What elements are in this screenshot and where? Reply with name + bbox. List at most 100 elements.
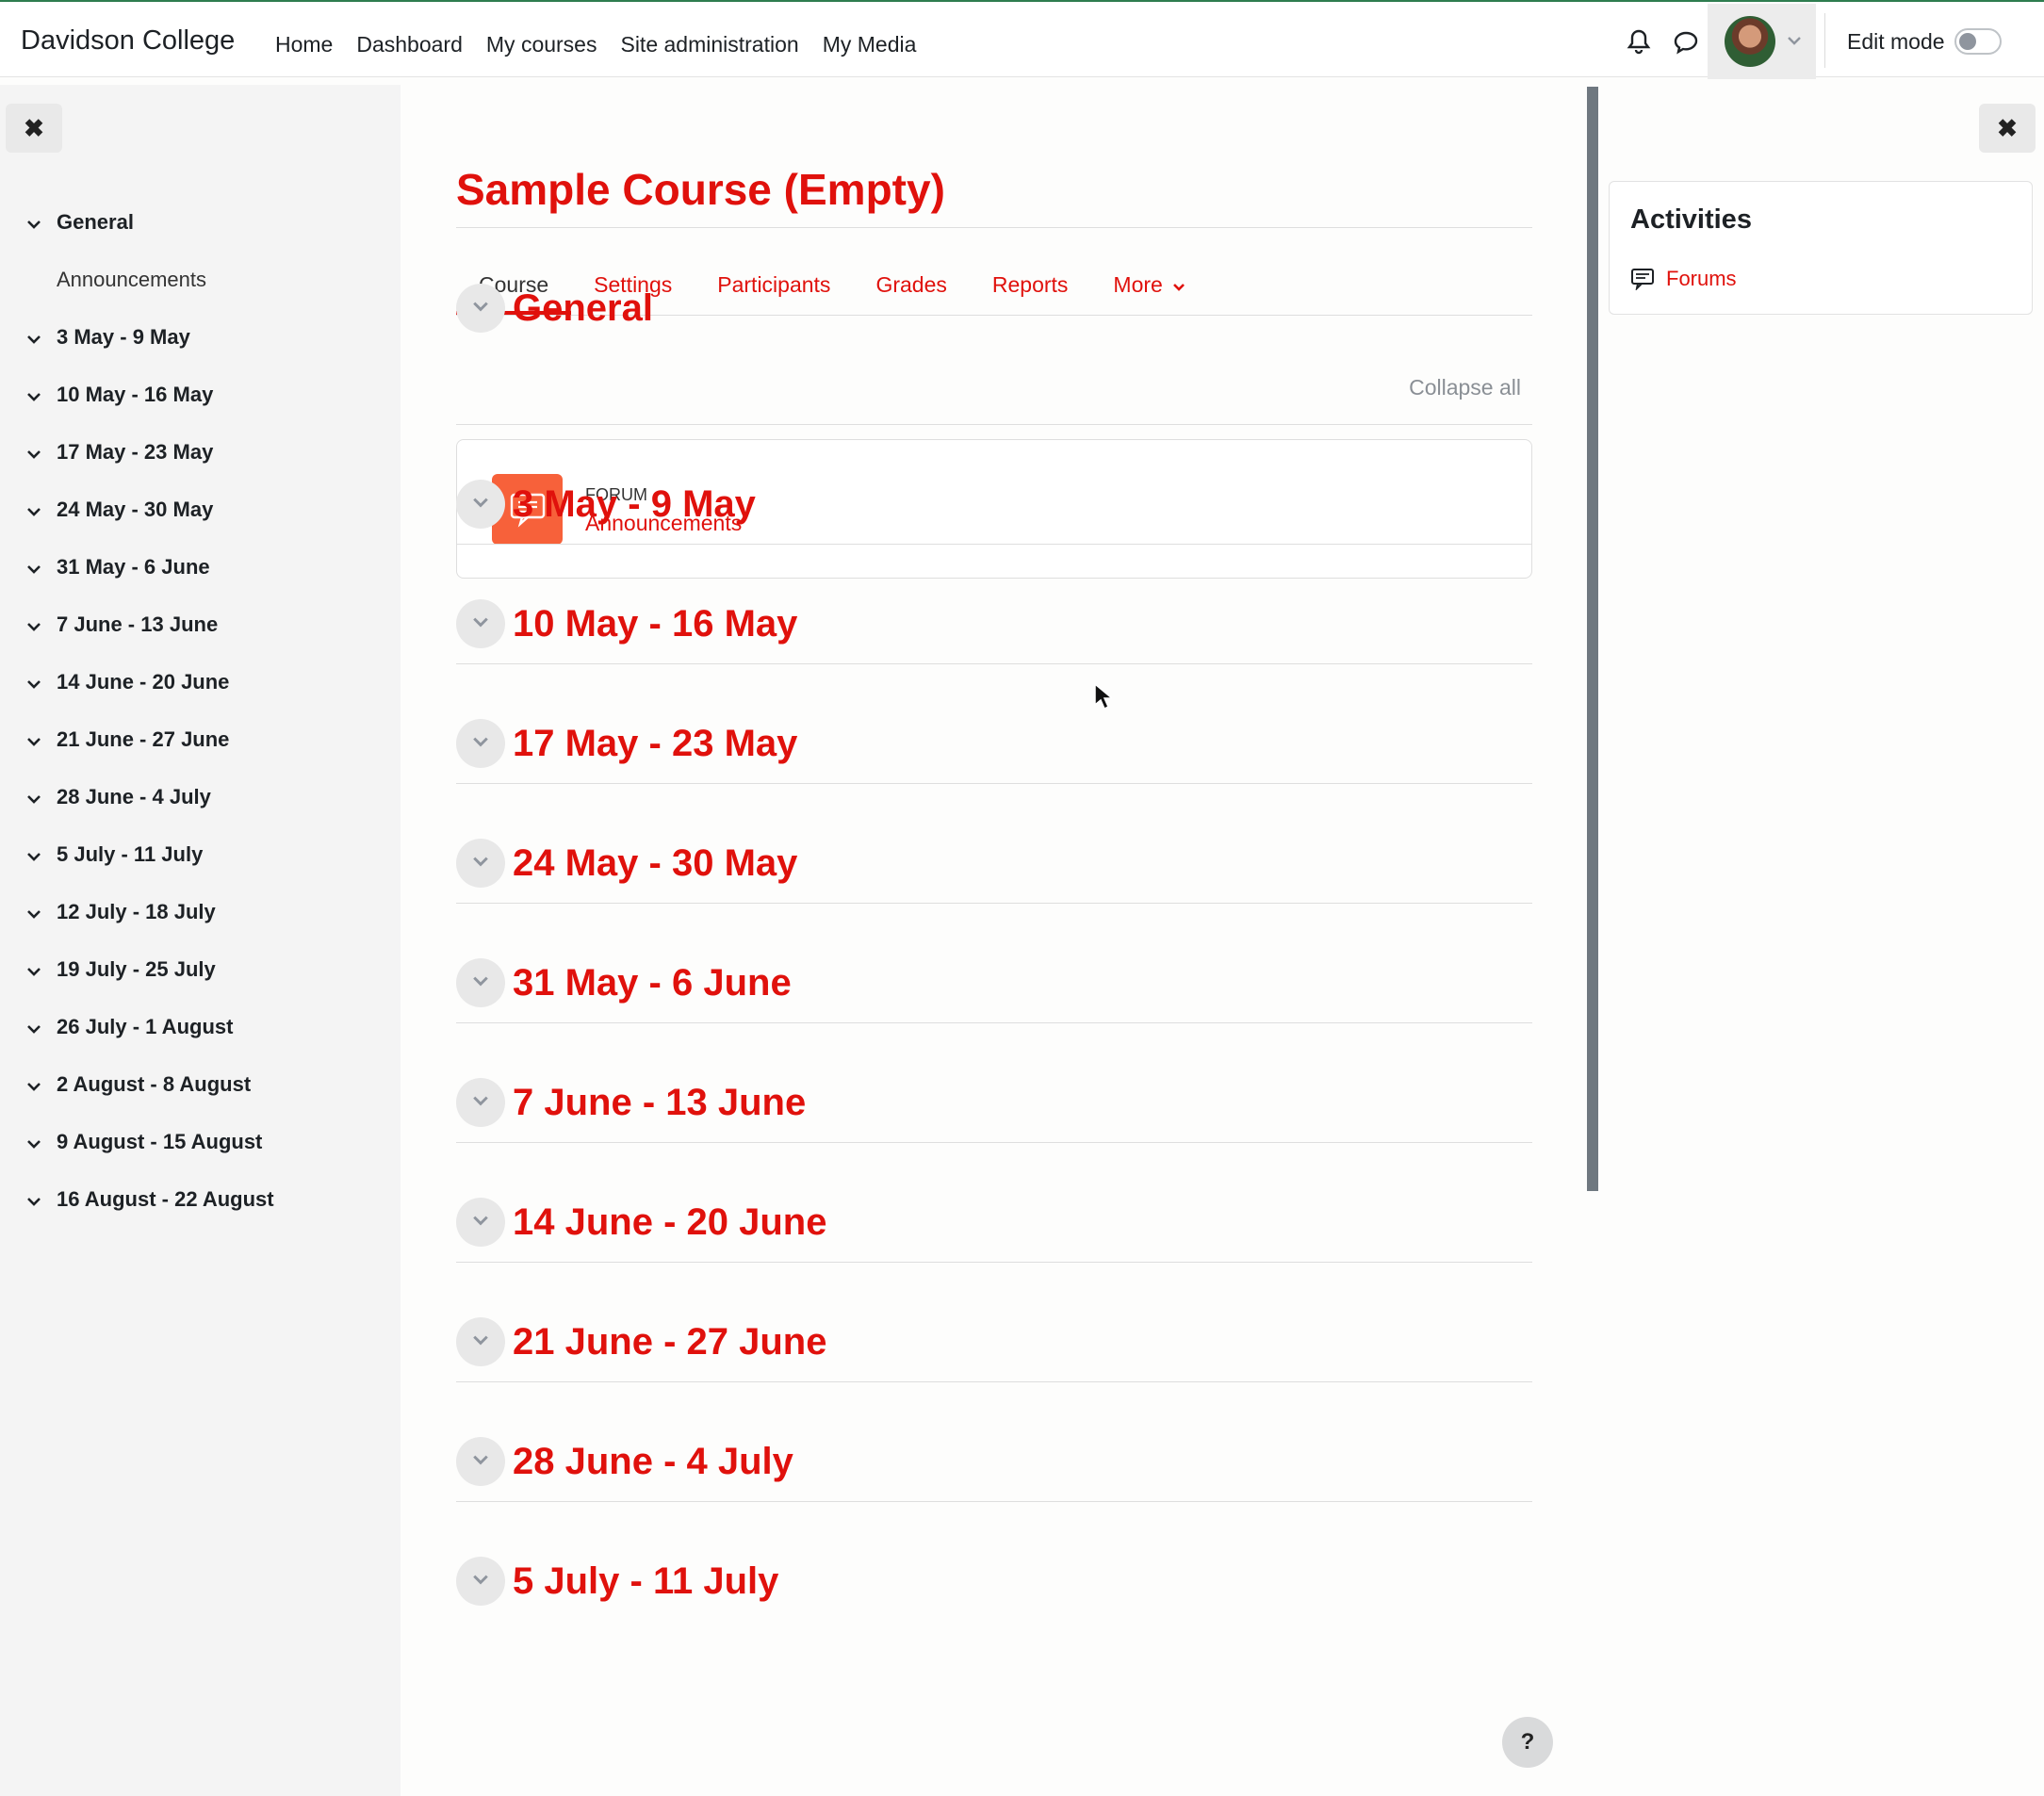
section-title[interactable]: 14 June - 20 June: [513, 1201, 826, 1244]
section-title[interactable]: 3 May - 9 May: [513, 483, 756, 526]
chevron-down-icon[interactable]: [26, 670, 57, 694]
forums-label: Forums: [1666, 267, 1737, 290]
section-collapse-toggle[interactable]: [456, 1557, 505, 1606]
bell-icon[interactable]: [1627, 28, 1651, 59]
course-section-header: 5 July - 11 July: [456, 1553, 778, 1609]
course-index-section[interactable]: 2 August - 8 August: [26, 1055, 274, 1113]
section-title[interactable]: 5 July - 11 July: [513, 1560, 778, 1603]
close-block-drawer-button[interactable]: ✖: [1979, 104, 2036, 153]
course-index-section[interactable]: 24 May - 30 May: [26, 481, 274, 538]
nav-home[interactable]: Home: [275, 32, 333, 57]
section-collapse-toggle[interactable]: [456, 1078, 505, 1127]
nav-dashboard[interactable]: Dashboard: [356, 32, 463, 57]
chevron-down-icon[interactable]: [26, 842, 57, 867]
section-collapse-toggle[interactable]: [456, 1317, 505, 1366]
chevron-down-icon[interactable]: [26, 1130, 57, 1154]
course-section-header: 10 May - 16 May: [456, 596, 797, 652]
section-title[interactable]: 28 June - 4 July: [513, 1441, 793, 1483]
section-collapse-toggle[interactable]: [456, 284, 505, 333]
course-index-section-label: 31 May - 6 June: [57, 554, 210, 579]
course-section-header: 17 May - 23 May: [456, 715, 797, 772]
messages-icon[interactable]: [1673, 30, 1699, 59]
section-collapse-toggle[interactable]: [456, 719, 505, 768]
help-button[interactable]: ?: [1502, 1717, 1553, 1768]
chevron-down-icon[interactable]: [26, 440, 57, 465]
course-index-section[interactable]: 16 August - 22 August: [26, 1170, 274, 1228]
section-collapse-toggle[interactable]: [456, 1437, 505, 1486]
course-index-section[interactable]: 19 July - 25 July: [26, 940, 274, 998]
course-index-section[interactable]: 17 May - 23 May: [26, 423, 274, 481]
activities-block: Activities Forums: [1609, 181, 2033, 315]
site-brand[interactable]: Davidson College: [21, 25, 235, 57]
section-collapse-toggle[interactable]: [456, 839, 505, 888]
chevron-down-icon[interactable]: [26, 1187, 57, 1212]
section-title[interactable]: 21 June - 27 June: [513, 1321, 826, 1363]
course-index-section[interactable]: 12 July - 18 July: [26, 883, 274, 940]
tab-more[interactable]: More: [1090, 254, 1208, 315]
section-title[interactable]: 31 May - 6 June: [513, 962, 792, 1004]
section-title[interactable]: 10 May - 16 May: [513, 603, 797, 645]
course-index-section[interactable]: 7 June - 13 June: [26, 596, 274, 653]
chevron-down-icon[interactable]: [26, 210, 57, 235]
course-index-activity[interactable]: Announcements: [26, 251, 274, 308]
course-index-section[interactable]: 26 July - 1 August: [26, 998, 274, 1055]
chevron-down-icon[interactable]: [26, 325, 57, 350]
collapse-all-link[interactable]: Collapse all: [1409, 375, 1521, 400]
chevron-down-icon: [472, 615, 489, 632]
course-index-section-label: General: [57, 209, 134, 234]
course-index-section-label: 24 May - 30 May: [57, 497, 214, 521]
section-divider: [456, 903, 1532, 904]
block-drawer: [1602, 85, 2044, 1796]
course-index-section-label: 21 June - 27 June: [57, 727, 230, 751]
section-divider: [456, 1381, 1532, 1382]
section-title[interactable]: 7 June - 13 June: [513, 1082, 806, 1124]
nav-site-administration[interactable]: Site administration: [620, 32, 798, 57]
chevron-down-icon[interactable]: [26, 383, 57, 407]
chevron-down-icon: [472, 300, 489, 317]
course-index-section-label: 26 July - 1 August: [57, 1014, 234, 1038]
section-collapse-toggle[interactable]: [456, 1198, 505, 1247]
section-collapse-toggle[interactable]: [456, 958, 505, 1007]
user-menu[interactable]: [1708, 4, 1816, 79]
course-index-section[interactable]: 28 June - 4 July: [26, 768, 274, 825]
section-title[interactable]: 17 May - 23 May: [513, 723, 797, 765]
nav-my-media[interactable]: My Media: [823, 32, 917, 57]
scrollbar[interactable]: [1587, 87, 1598, 1191]
course-index-section[interactable]: 21 June - 27 June: [26, 710, 274, 768]
edit-mode-toggle[interactable]: [1954, 28, 2002, 55]
course-index-section[interactable]: General: [26, 193, 274, 251]
course-index-section[interactable]: 5 July - 11 July: [26, 825, 274, 883]
course-index-section[interactable]: 14 June - 20 June: [26, 653, 274, 710]
chevron-down-icon[interactable]: [26, 785, 57, 809]
forums-link[interactable]: Forums: [1630, 267, 1737, 291]
chevron-down-icon: [472, 496, 489, 513]
course-index-section[interactable]: 3 May - 9 May: [26, 308, 274, 366]
tab-grades[interactable]: Grades: [853, 254, 969, 315]
section-title[interactable]: 24 May - 30 May: [513, 842, 797, 885]
chevron-down-icon[interactable]: [26, 1015, 57, 1039]
chevron-down-icon[interactable]: [26, 555, 57, 580]
course-index-section-label: 28 June - 4 July: [57, 784, 211, 808]
section-collapse-toggle[interactable]: [456, 480, 505, 529]
edit-mode-label: Edit mode: [1847, 29, 1945, 54]
course-section-header: 14 June - 20 June: [456, 1194, 826, 1250]
chevron-down-icon[interactable]: [26, 900, 57, 924]
tab-reports[interactable]: Reports: [970, 254, 1091, 315]
chevron-down-icon: [472, 735, 489, 752]
close-course-index-button[interactable]: ✖: [6, 104, 62, 153]
course-index-section[interactable]: 9 August - 15 August: [26, 1113, 274, 1170]
chevron-down-icon[interactable]: [26, 498, 57, 522]
chevron-down-icon[interactable]: [26, 957, 57, 982]
section-divider: [456, 424, 1532, 425]
course-index-section[interactable]: 10 May - 16 May: [26, 366, 274, 423]
course-index-section[interactable]: 31 May - 6 June: [26, 538, 274, 596]
tab-participants[interactable]: Participants: [695, 254, 853, 315]
chevron-down-icon[interactable]: [26, 612, 57, 637]
nav-my-courses[interactable]: My courses: [486, 32, 597, 57]
section-divider: [456, 663, 1532, 664]
section-collapse-toggle[interactable]: [456, 599, 505, 648]
divider: [456, 227, 1532, 228]
chevron-down-icon[interactable]: [26, 1072, 57, 1097]
section-title[interactable]: General: [513, 287, 653, 330]
chevron-down-icon[interactable]: [26, 727, 57, 752]
